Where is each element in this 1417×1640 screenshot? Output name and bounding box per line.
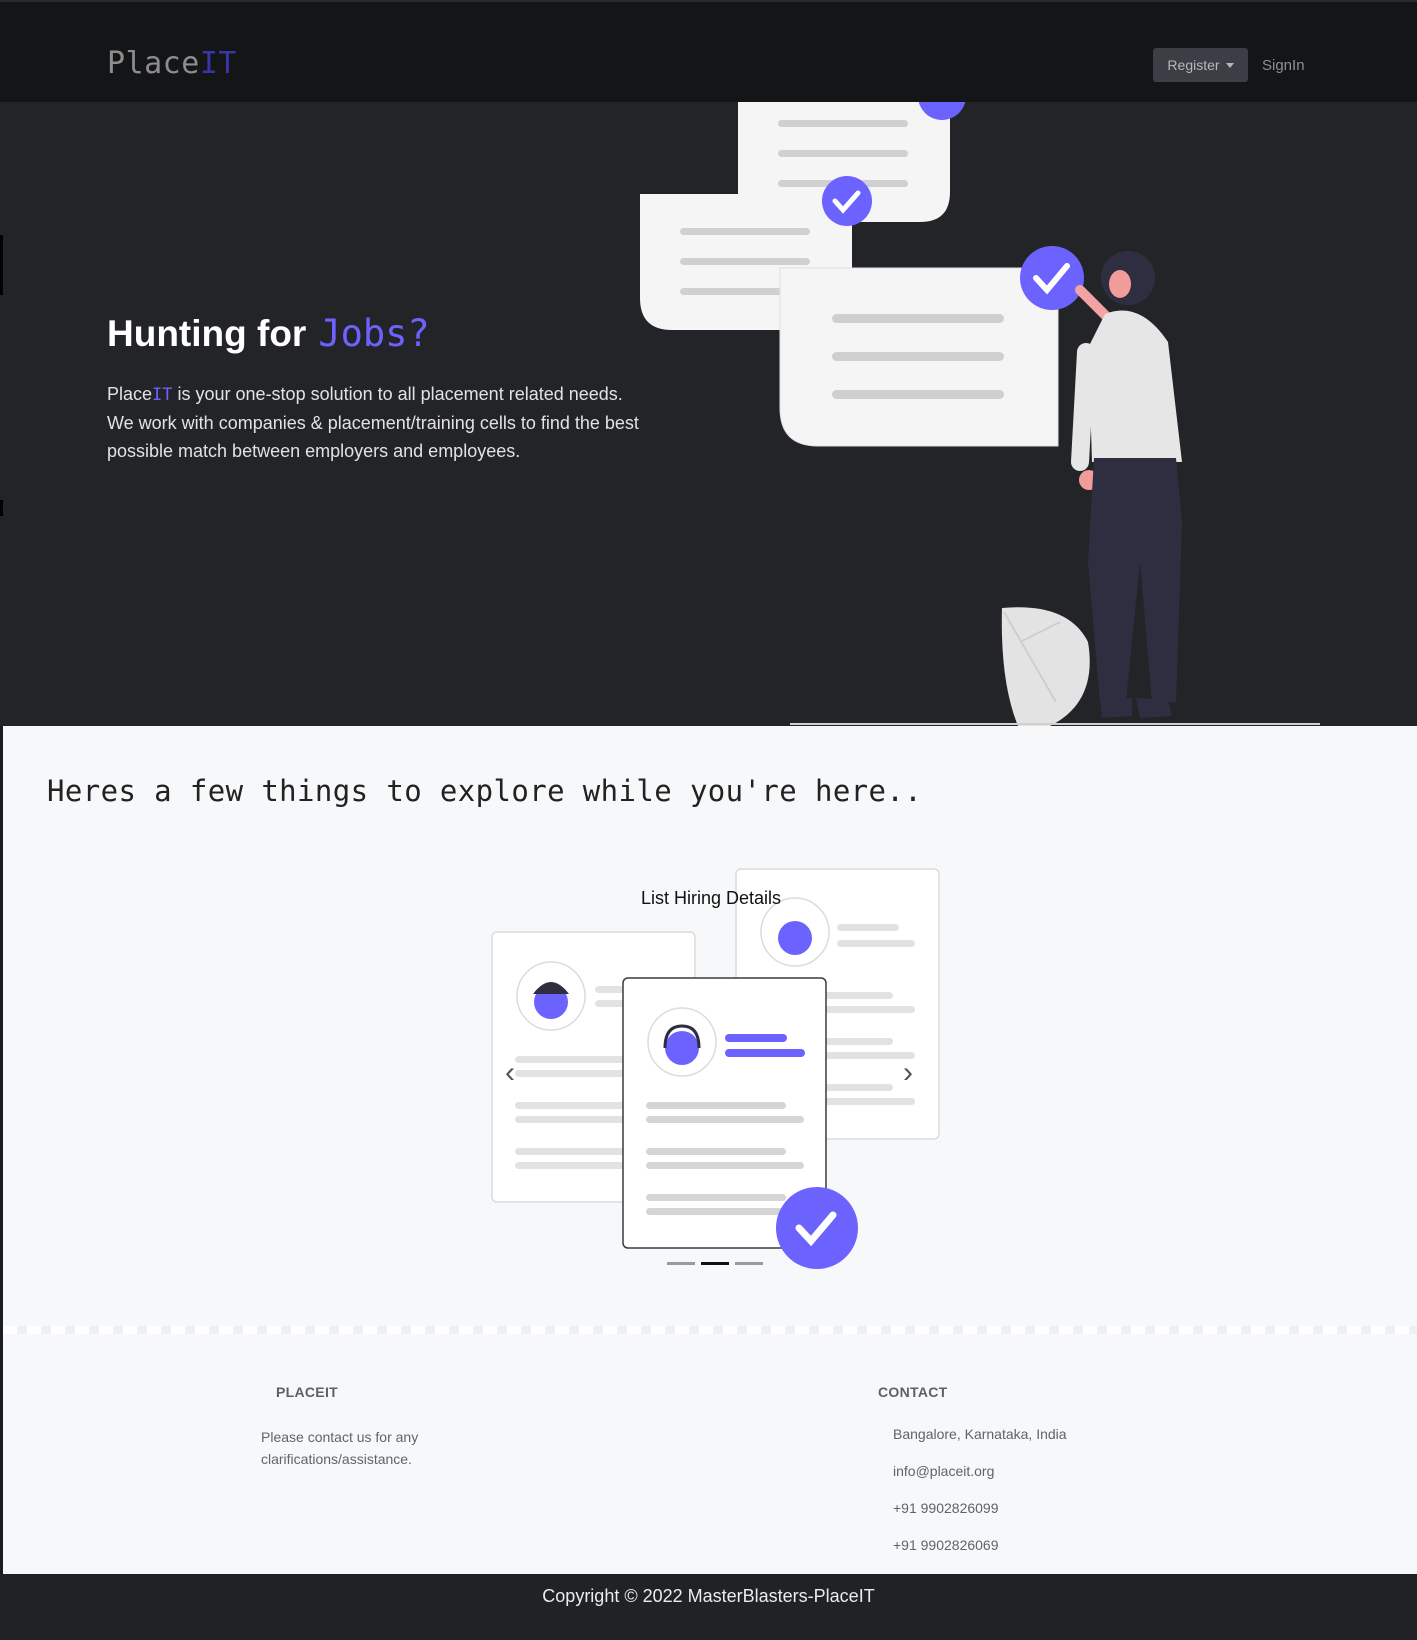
brand-main-text: Place	[107, 46, 200, 81]
footer-placeit-text: Please contact us for any clarifications…	[261, 1429, 419, 1467]
contact-phone-1[interactable]: +91 9902826099	[893, 1500, 999, 1516]
footer-placeit-title: PLACEIT	[276, 1384, 338, 1400]
hero-description-text: is your one-stop solution to all placeme…	[107, 384, 639, 461]
signin-link[interactable]: SignIn	[1262, 57, 1305, 74]
navbar: PlaceIT Register SignIn	[0, 0, 1417, 102]
carousel-next-icon[interactable]: ›	[903, 1056, 913, 1090]
register-label: Register	[1167, 57, 1220, 73]
carousel-prev-icon[interactable]: ‹	[505, 1056, 515, 1090]
carousel-caption: List Hiring Details	[641, 888, 782, 908]
hero-brand-main: Place	[107, 384, 153, 404]
section-divider	[3, 1326, 1417, 1334]
carousel-slide-image	[491, 868, 940, 1269]
contact-address: Bangalore, Karnataka, India	[893, 1426, 1067, 1442]
caret-down-icon	[1225, 62, 1234, 68]
contact-email-link[interactable]: info@placeit.org	[893, 1463, 994, 1479]
hero-section: Hunting for Jobs? PlaceIT is your one-sto…	[0, 102, 1417, 726]
hero-brand-accent: IT	[152, 385, 173, 405]
brand-accent-text: IT	[199, 46, 237, 81]
copyright-bar: Copyright © 2022 MasterBlasters-PlaceIT	[0, 1574, 1417, 1640]
explore-section: Heres a few things to explore while you'…	[3, 726, 1417, 1574]
hero-title-accent: Jobs?	[318, 312, 430, 355]
register-dropdown-button[interactable]: Register	[1153, 48, 1248, 82]
brand-logo[interactable]: PlaceIT	[107, 46, 237, 81]
contact-phone-2[interactable]: +91 9902826069	[893, 1537, 999, 1553]
hiring-checklist-illustration	[640, 102, 1320, 726]
left-edge-mark	[0, 500, 3, 516]
left-edge-mark	[0, 235, 3, 295]
hero-description: PlaceIT is your one-stop solution to all…	[107, 380, 647, 465]
footer-contact-title: CONTACT	[878, 1384, 948, 1400]
hero-title: Hunting for Jobs?	[107, 312, 430, 355]
hero-title-main: Hunting for	[107, 313, 307, 354]
copyright-text: Copyright © 2022 MasterBlasters-PlaceIT	[542, 1586, 875, 1606]
explore-heading: Heres a few things to explore while you'…	[47, 774, 923, 808]
